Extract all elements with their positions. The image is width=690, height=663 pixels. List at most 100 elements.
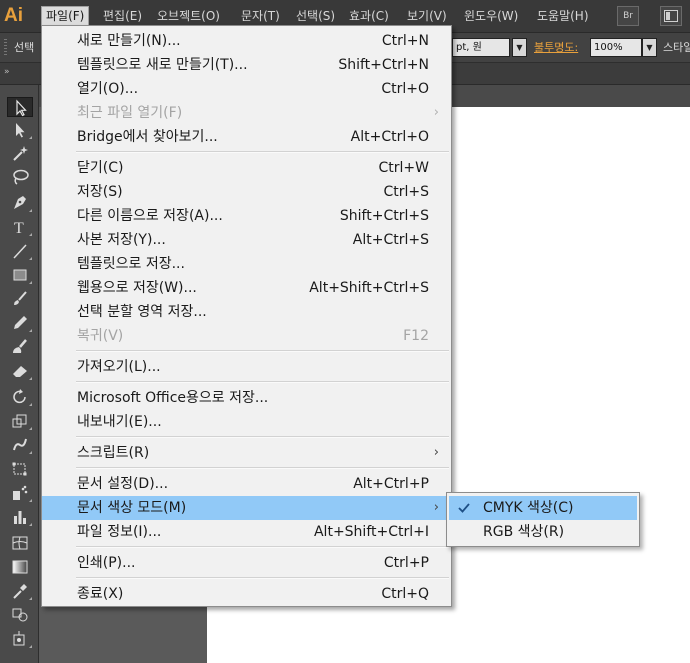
menu-item-revert: 복귀(V) F12 — [42, 324, 451, 348]
submenu-arrow-icon: › — [433, 105, 439, 120]
column-graph-icon — [14, 511, 26, 524]
font-size-field[interactable]: pt, 원 — [452, 38, 510, 57]
font-size-dropdown-button[interactable]: ▼ — [512, 38, 527, 57]
paintbrush-tool[interactable] — [7, 289, 33, 309]
free-transform-tool[interactable] — [7, 459, 33, 479]
selection-tool[interactable] — [7, 97, 33, 117]
menu-item-save-selected-slices[interactable]: 선택 분할 영역 저장... — [42, 300, 451, 324]
menu-item-document-setup[interactable]: 문서 설정(D)... Alt+Ctrl+P — [42, 472, 451, 496]
menu-file[interactable]: 파일(F) — [41, 6, 90, 26]
menu-item-save-for-microsoft-office[interactable]: Microsoft Office용으로 저장... — [42, 386, 451, 410]
pen-tool[interactable] — [7, 193, 33, 213]
menu-separator — [76, 381, 449, 383]
menu-separator — [76, 151, 449, 153]
live-paint-bucket-tool[interactable] — [7, 629, 33, 649]
menu-item-label: 복귀(V) — [77, 328, 124, 344]
eyedropper-tool[interactable] — [7, 581, 33, 601]
menu-effect[interactable]: 효과(C) — [345, 7, 393, 25]
blob-brush-tool[interactable] — [7, 337, 33, 357]
warp-icon — [13, 438, 27, 451]
menu-item-label: Microsoft Office용으로 저장... — [77, 390, 269, 406]
collapse-panel-icon[interactable]: » — [4, 67, 10, 77]
submenu-item-cmyk-color[interactable]: CMYK 색상(C) — [449, 496, 637, 520]
warp-tool[interactable] — [7, 435, 33, 455]
menu-object[interactable]: 오브젝트(O) — [153, 7, 224, 25]
mesh-tool[interactable] — [7, 533, 33, 553]
pencil-tool[interactable] — [7, 313, 33, 333]
menu-separator — [76, 436, 449, 438]
arrange-documents-icon — [664, 10, 678, 22]
submenu-arrow-icon: › — [433, 500, 439, 515]
menu-item-save[interactable]: 저장(S) Ctrl+S — [42, 180, 451, 204]
live-paint-bucket-icon — [13, 631, 25, 646]
submenu-item-label: CMYK 색상(C) — [483, 500, 574, 516]
rotate-tool[interactable] — [7, 387, 33, 407]
menu-item-open[interactable]: 열기(O)... Ctrl+O — [42, 77, 451, 101]
menu-item-save-for-web[interactable]: 웹용으로 저장(W)... Alt+Shift+Ctrl+S — [42, 276, 451, 300]
blend-tool[interactable] — [7, 605, 33, 625]
panel-grip-icon[interactable] — [4, 39, 7, 57]
paintbrush-icon — [14, 291, 27, 305]
column-graph-tool[interactable] — [7, 507, 33, 527]
menu-item-open-recent: 최근 파일 열기(F) › — [42, 101, 451, 125]
rectangle-tool[interactable] — [7, 265, 33, 285]
selection-status-label: 선택 — [14, 41, 35, 54]
opacity-dropdown-button[interactable]: ▼ — [642, 38, 657, 57]
menu-item-place[interactable]: 가져오기(L)... — [42, 355, 451, 379]
opacity-field[interactable]: 100% — [590, 38, 642, 57]
menu-item-browse-in-bridge[interactable]: Bridge에서 찾아보기... Alt+Ctrl+O — [42, 125, 451, 149]
menu-item-print[interactable]: 인쇄(P)... Ctrl+P — [42, 551, 451, 575]
menu-item-save-as[interactable]: 다른 이름으로 저장(A)... Shift+Ctrl+S — [42, 204, 451, 228]
menu-item-scripts[interactable]: 스크립트(R) › — [42, 441, 451, 465]
type-tool[interactable]: T — [7, 217, 33, 237]
blend-icon — [12, 608, 28, 622]
scale-icon — [12, 414, 27, 428]
menu-item-shortcut: Alt+Shift+Ctrl+S — [309, 280, 429, 296]
menu-type[interactable]: 문자(T) — [237, 7, 284, 25]
menu-item-document-color-mode[interactable]: 문서 색상 모드(M) › — [42, 496, 451, 520]
line-segment-icon — [13, 244, 27, 259]
symbol-sprayer-tool[interactable] — [7, 483, 33, 503]
menu-item-shortcut: F12 — [403, 328, 429, 344]
menu-separator — [76, 546, 449, 548]
submenu-arrow-icon: › — [433, 445, 439, 460]
gradient-tool[interactable] — [7, 557, 33, 577]
direct-selection-tool[interactable] — [7, 120, 33, 140]
menu-select[interactable]: 선택(S) — [292, 7, 339, 25]
menu-item-close[interactable]: 닫기(C) Ctrl+W — [42, 156, 451, 180]
go-to-bridge-button[interactable]: Br — [617, 6, 639, 26]
menu-item-file-info[interactable]: 파일 정보(I)... Alt+Shift+Ctrl+I — [42, 520, 451, 544]
eraser-tool[interactable] — [7, 361, 33, 381]
lasso-tool[interactable] — [7, 167, 33, 187]
menu-item-shortcut: Alt+Shift+Ctrl+I — [313, 524, 429, 540]
arrange-documents-button[interactable] — [660, 6, 682, 26]
menu-item-label: 인쇄(P)... — [77, 555, 136, 571]
menu-item-new-from-template[interactable]: 템플릿으로 새로 만들기(T)... Shift+Ctrl+N — [42, 53, 451, 77]
menu-item-export[interactable]: 내보내기(E)... — [42, 410, 451, 434]
menu-item-label: 가져오기(L)... — [77, 359, 161, 375]
menu-item-label: 선택 분할 영역 저장... — [77, 304, 207, 320]
menu-item-label: 템플릿으로 저장... — [77, 256, 185, 272]
menu-window[interactable]: 윈도우(W) — [460, 7, 522, 25]
opacity-label[interactable]: 불투명도: — [534, 40, 578, 56]
rectangle-icon — [13, 269, 27, 281]
line-segment-tool[interactable] — [7, 241, 33, 261]
pencil-icon — [14, 316, 27, 329]
menu-view[interactable]: 보기(V) — [403, 7, 451, 25]
menu-item-label: 문서 색상 모드(M) — [77, 500, 187, 516]
menu-separator — [76, 467, 449, 469]
menu-item-label: 종료(X) — [77, 586, 124, 602]
scale-tool[interactable] — [7, 411, 33, 431]
menu-item-save-as-template[interactable]: 템플릿으로 저장... — [42, 252, 451, 276]
eyedropper-icon — [13, 584, 27, 599]
menu-item-exit[interactable]: 종료(X) Ctrl+Q — [42, 582, 451, 606]
gradient-icon — [12, 560, 28, 574]
direct-selection-arrow-icon — [16, 123, 25, 138]
menu-help[interactable]: 도움말(H) — [533, 7, 593, 25]
magic-wand-tool[interactable] — [7, 143, 33, 163]
submenu-item-rgb-color[interactable]: RGB 색상(R) — [449, 520, 637, 544]
menu-item-label: 내보내기(E)... — [77, 414, 162, 430]
menu-item-new[interactable]: 새로 만들기(N)... Ctrl+N — [42, 29, 451, 53]
menu-item-save-a-copy[interactable]: 사본 저장(Y)... Alt+Ctrl+S — [42, 228, 451, 252]
menu-edit[interactable]: 편집(E) — [99, 7, 146, 25]
